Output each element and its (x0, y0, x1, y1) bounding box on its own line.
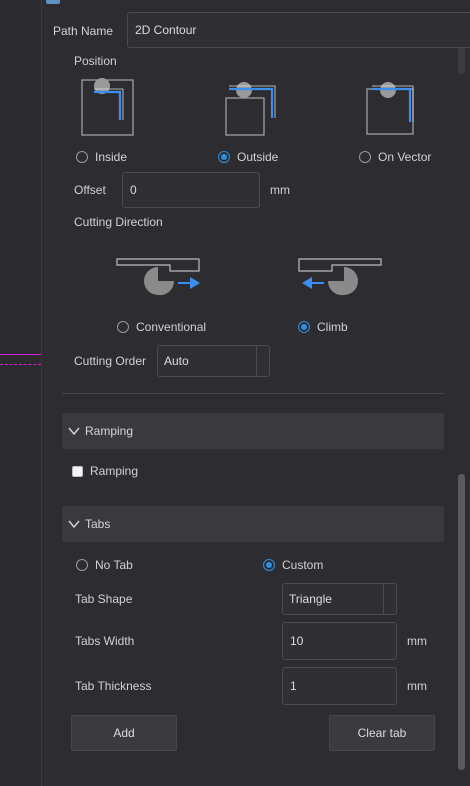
climb-radio-label[interactable]: Climb (317, 320, 348, 334)
cutting-order-value: Auto (164, 354, 189, 368)
inside-radio-label[interactable]: Inside (95, 150, 127, 164)
outside-radio[interactable] (218, 151, 230, 163)
offset-label: Offset (74, 183, 106, 197)
add-tab-button[interactable]: Add (71, 715, 177, 751)
selected-path-line[interactable] (0, 354, 41, 355)
no-tab-radio[interactable] (76, 559, 88, 571)
inside-position-icon (81, 78, 134, 136)
section-divider (62, 393, 444, 394)
outside-radio-label[interactable]: Outside (237, 150, 278, 164)
conventional-radio[interactable] (117, 321, 129, 333)
custom-tab-radio[interactable] (263, 559, 275, 571)
custom-tab-radio-label[interactable]: Custom (282, 558, 323, 572)
climb-direction-icon (298, 258, 382, 296)
chevron-down-icon (68, 520, 80, 529)
ramping-section-title: Ramping (85, 424, 134, 438)
dropdown-separator (383, 584, 384, 614)
clear-tab-button[interactable]: Clear tab (329, 715, 435, 751)
panel-scrollbar[interactable] (458, 474, 465, 770)
path-name-label: Path Name (53, 24, 114, 38)
ramping-checkbox[interactable] (72, 466, 83, 477)
on-vector-radio-label[interactable]: On Vector (378, 150, 431, 164)
on-vector-position-icon (366, 82, 414, 135)
tabs-width-input[interactable] (282, 622, 397, 660)
tab-shape-value: Triangle (289, 592, 332, 606)
tab-thickness-unit: mm (407, 679, 427, 693)
inside-radio[interactable] (76, 151, 88, 163)
tabs-width-unit: mm (407, 634, 427, 648)
tab-thickness-input[interactable] (282, 667, 397, 705)
cutting-order-select[interactable]: Auto (157, 345, 270, 377)
toolpath-preview-line (0, 364, 41, 365)
tab-shape-select[interactable]: Triangle (282, 583, 397, 615)
tab-shape-label: Tab Shape (75, 592, 133, 606)
ramping-checkbox-label[interactable]: Ramping (90, 464, 138, 478)
cutting-direction-title: Cutting Direction (74, 215, 163, 229)
on-vector-radio[interactable] (359, 151, 371, 163)
conventional-radio-label[interactable]: Conventional (136, 320, 206, 334)
ramping-section-header[interactable]: Ramping (62, 413, 444, 449)
canvas-area[interactable] (0, 0, 42, 786)
offset-input[interactable] (122, 172, 260, 208)
tabs-section-title: Tabs (85, 517, 111, 531)
position-title: Position (74, 54, 117, 68)
outside-position-icon (225, 82, 276, 136)
panel-header-icon (46, 0, 60, 4)
climb-radio[interactable] (298, 321, 310, 333)
dropdown-separator (256, 346, 257, 376)
chevron-down-icon (68, 427, 80, 436)
tabs-width-label: Tabs Width (75, 634, 135, 648)
tabs-section-header[interactable]: Tabs (62, 506, 444, 542)
cutting-order-label: Cutting Order (74, 354, 147, 368)
no-tab-radio-label[interactable]: No Tab (95, 558, 133, 572)
conventional-direction-icon (116, 258, 200, 296)
path-name-input[interactable] (127, 12, 470, 48)
offset-unit: mm (270, 183, 290, 197)
tab-thickness-label: Tab Thickness (75, 679, 152, 693)
